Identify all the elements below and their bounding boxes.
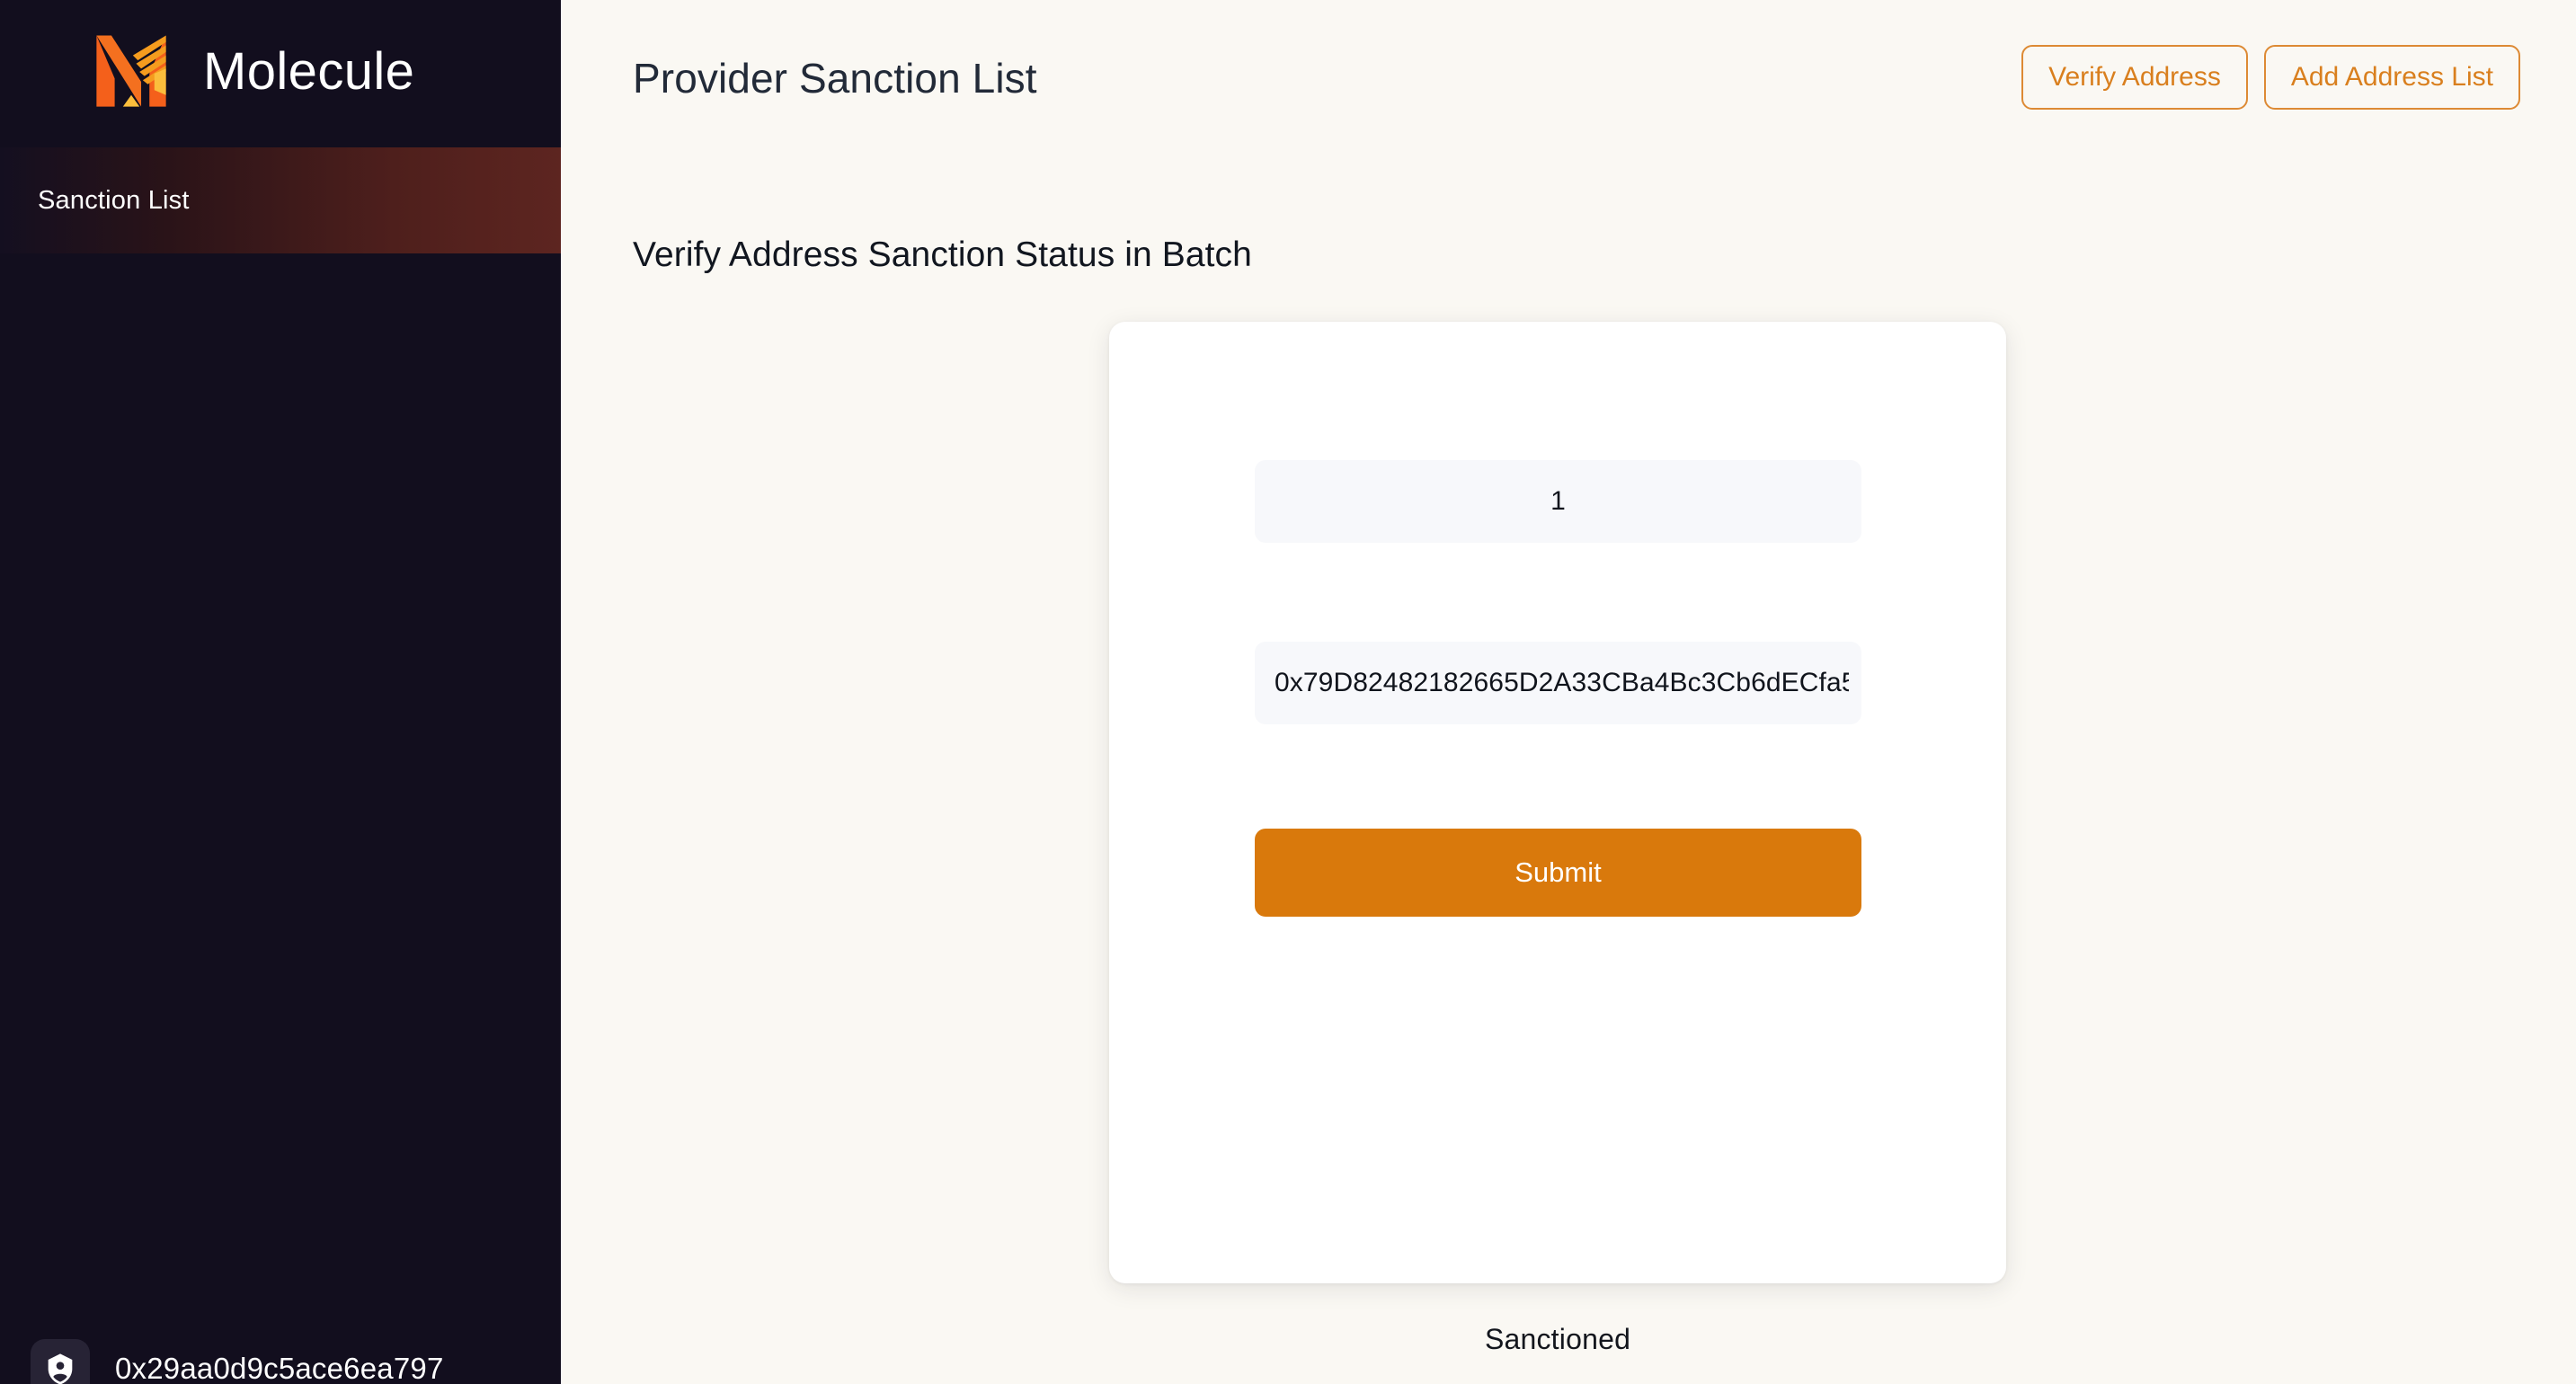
brand: Molecule [0,0,561,144]
address-input[interactable] [1255,642,1861,724]
address-count-input[interactable] [1255,460,1861,543]
user-shield-icon [31,1339,90,1384]
sidebar-item-label: Sanction List [38,185,190,215]
sanction-result-status: Sanctioned [1484,1323,1631,1355]
page-title: Provider Sanction List [633,55,1037,102]
sidebar-footer[interactable]: 0x29aa0d9c5ace6ea797 [0,1339,561,1384]
sidebar-item-sanction-list[interactable]: Sanction List [0,147,561,253]
sidebar-nav: Sanction List [0,147,561,253]
sidebar: Molecule Sanction List 0x29aa0d9c5ace6ea… [0,0,561,1384]
verify-address-button[interactable]: Verify Address [2021,45,2248,110]
submit-button[interactable]: Submit [1255,829,1861,917]
verify-batch-card: Submit [1109,322,2006,1283]
wallet-address: 0x29aa0d9c5ace6ea797 [115,1352,444,1384]
topbar-actions: Verify Address Add Address List [2021,40,2520,110]
add-address-list-button[interactable]: Add Address List [2263,45,2520,110]
main-content: Provider Sanction List Verify Address Ad… [561,0,2576,1384]
molecule-m-logo-icon [90,31,173,113]
app-root: Molecule Sanction List 0x29aa0d9c5ace6ea… [0,0,2576,1384]
brand-name: Molecule [203,42,415,101]
topbar: Provider Sanction List Verify Address Ad… [561,0,2576,110]
section-title: Verify Address Sanction Status in Batch [633,235,1252,274]
form-spacer-1 [1255,543,1861,642]
form-spacer-2 [1255,724,1861,829]
